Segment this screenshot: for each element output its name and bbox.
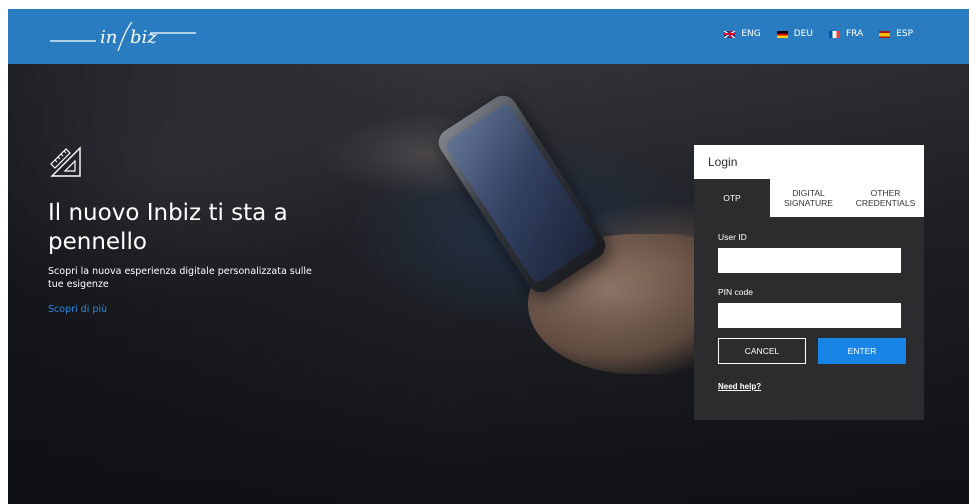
language-label: FRA [845,29,864,39]
login-panel: Login OTP DIGITAL SIGNATURE OTHER CREDEN… [694,145,924,420]
login-buttons: CANCEL ENTER [718,338,924,364]
enter-button[interactable]: ENTER [818,338,906,364]
tab-otp[interactable]: OTP [694,179,770,217]
hero-headline: Il nuovo Inbiz ti sta a pennello [48,200,288,255]
user-id-input[interactable] [718,248,901,273]
tab-other-credentials[interactable]: OTHER CREDENTIALS [847,179,924,217]
svg-text:in: in [100,27,117,48]
germany-flag-icon [776,30,788,38]
uk-flag-icon [724,30,736,38]
page: in biz ENG DEU FRA ESP Il nuovo Inbiz ti… [8,9,969,504]
language-eng[interactable]: ENG [724,29,761,39]
language-label: ESP [896,29,913,39]
top-header: in biz ENG DEU FRA ESP [8,9,969,64]
language-label: ENG [741,29,761,39]
discover-more-link[interactable]: Scopri di più [48,304,107,315]
pin-code-label: PIN code [718,287,753,297]
language-esp[interactable]: ESP [879,29,913,39]
spain-flag-icon [879,30,891,38]
login-title: Login [694,145,924,179]
need-help-link[interactable]: Need help? [718,382,761,391]
tab-digital-signature[interactable]: DIGITAL SIGNATURE [770,179,847,217]
cancel-button[interactable]: CANCEL [718,338,806,364]
language-deu[interactable]: DEU [776,29,813,39]
language-fra[interactable]: FRA [828,29,864,39]
ruler-set-square-icon [50,146,81,177]
language-selector: ENG DEU FRA ESP [724,29,913,39]
inbiz-logo[interactable]: in biz [48,19,198,55]
france-flag-icon [828,30,840,38]
svg-text:biz: biz [130,27,157,48]
login-tabs: OTP DIGITAL SIGNATURE OTHER CREDENTIALS [694,179,924,217]
hero-subtext: Scopri la nuova esperienza digitale pers… [48,266,312,290]
user-id-label: User ID [718,232,747,242]
pin-code-input[interactable] [718,303,901,328]
language-label: DEU [793,29,813,39]
